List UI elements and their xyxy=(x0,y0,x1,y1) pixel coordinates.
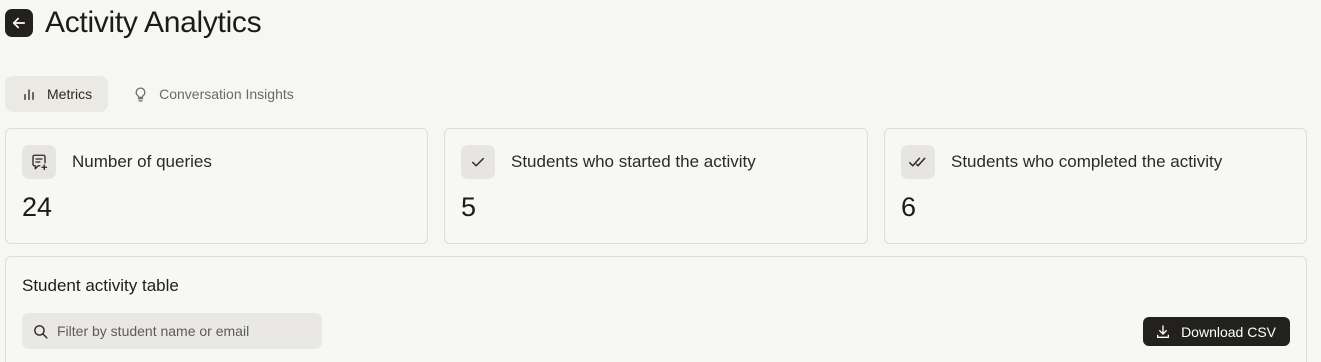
page-title: Activity Analytics xyxy=(45,6,262,39)
card-icon-box xyxy=(901,145,935,179)
metric-card-started: Students who started the activity 5 xyxy=(444,128,868,244)
search-icon xyxy=(34,324,48,339)
search-field xyxy=(22,313,322,349)
double-check-icon xyxy=(909,157,926,167)
check-icon xyxy=(472,157,484,167)
page-header: Activity Analytics xyxy=(5,5,262,41)
download-csv-label: Download CSV xyxy=(1181,323,1276,340)
metric-card-queries: Number of queries 24 xyxy=(5,128,428,244)
back-button[interactable] xyxy=(5,9,33,37)
card-icon-box xyxy=(461,145,495,179)
tab-bar: Metrics Conversation Insights xyxy=(5,76,310,112)
download-csv-button[interactable]: Download CSV xyxy=(1143,317,1290,346)
tab-metrics[interactable]: Metrics xyxy=(5,76,109,112)
metric-label: Students who started the activity xyxy=(511,152,756,171)
search-input[interactable] xyxy=(57,323,307,339)
arrow-left-icon xyxy=(12,17,26,29)
activity-analytics-page: Activity Analytics Metrics Conversation … xyxy=(0,0,1321,362)
section-title: Student activity table xyxy=(22,276,179,295)
lightbulb-icon xyxy=(135,86,146,102)
tab-conversation-insights-label: Conversation Insights xyxy=(159,86,294,102)
metric-label: Students who completed the activity xyxy=(951,152,1223,171)
tab-metrics-label: Metrics xyxy=(47,86,93,102)
tab-conversation-insights[interactable]: Conversation Insights xyxy=(116,76,310,112)
student-activity-section: Student activity table Download CSV xyxy=(5,256,1307,362)
download-icon xyxy=(1157,324,1170,338)
bar-chart-icon xyxy=(24,89,34,100)
metric-value: 5 xyxy=(461,192,477,222)
message-plus-icon xyxy=(32,154,48,171)
metric-value: 6 xyxy=(901,192,917,222)
metric-value: 24 xyxy=(22,192,53,222)
metric-label: Number of queries xyxy=(72,152,212,171)
metric-card-completed: Students who completed the activity 6 xyxy=(884,128,1307,244)
card-icon-box xyxy=(22,145,56,179)
